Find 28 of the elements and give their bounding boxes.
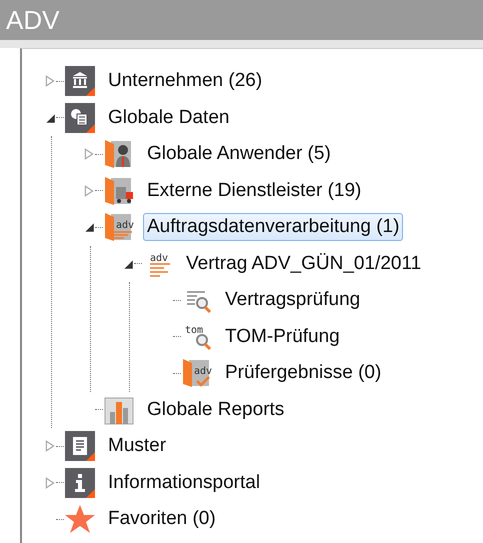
truck-folder-icon [103, 174, 135, 207]
tree-item[interactable]: Externe Dienstleister (19) [143, 176, 366, 205]
tree-item[interactable]: Auftragsdatenverarbeitung (1) [143, 213, 404, 242]
expand-arrow-icon[interactable] [44, 440, 56, 452]
tree-item[interactable]: Muster [104, 432, 170, 460]
expand-arrow-icon[interactable] [44, 476, 56, 489]
tree-item[interactable]: Globale Anwender (5) [143, 140, 335, 168]
document-icon [64, 430, 96, 462]
tree-item[interactable]: Favoriten (0) [104, 505, 220, 534]
panel-header: ADV [0, 0, 483, 48]
tree-item[interactable]: Unternehmen (26) [104, 67, 266, 96]
collapse-arrow-icon[interactable] [83, 221, 95, 234]
bank-icon [64, 65, 96, 98]
expand-arrow-icon[interactable] [83, 184, 95, 197]
tree-item[interactable]: Globale Daten [104, 104, 234, 132]
expand-arrow-icon[interactable] [44, 75, 56, 88]
info-icon [64, 466, 96, 499]
document-icon [64, 102, 96, 134]
tree-item[interactable]: Prüfergebnisse (0) [221, 359, 386, 388]
tree-item[interactable]: Globale Reports [143, 396, 288, 424]
tree-item[interactable]: Vertragsprüfung [221, 286, 364, 314]
tree-item[interactable]: Vertrag ADV_GÜN_01/2011 [182, 250, 426, 278]
collapse-arrow-icon[interactable] [122, 258, 134, 270]
star-icon [64, 503, 96, 536]
expand-arrow-icon[interactable] [83, 148, 95, 160]
tree-item[interactable]: Informationsportal [104, 468, 264, 497]
tree-item[interactable]: TOM-Prüfung [221, 322, 344, 351]
collapse-arrow-icon[interactable] [44, 112, 56, 124]
